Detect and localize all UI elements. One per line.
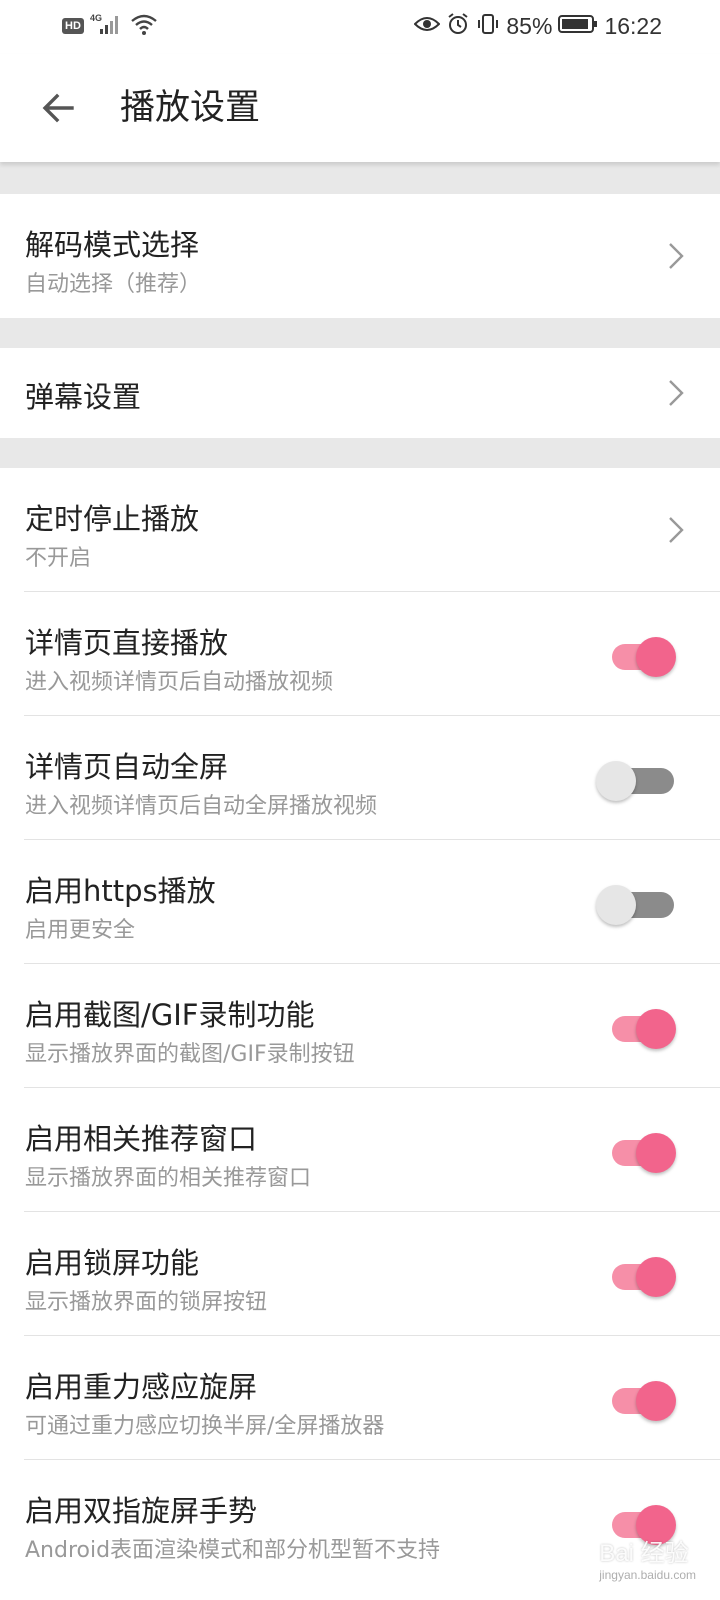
setting-https-play: 启用https播放 启用更安全 bbox=[0, 840, 720, 964]
battery-icon bbox=[558, 13, 598, 39]
toggle-thumb bbox=[596, 885, 636, 925]
section-divider bbox=[0, 162, 720, 194]
setting-title: 详情页直接播放 bbox=[25, 626, 229, 660]
setting-subtitle: Android表面渲染模式和部分机型暂不支持 bbox=[25, 1538, 441, 1563]
setting-subtitle: 显示播放界面的相关推荐窗口 bbox=[25, 1166, 312, 1191]
settings-list: 解码模式选择 自动选择（推荐） 弹幕设置 定时停止播放 不开启 详情页直接播放 … bbox=[0, 162, 720, 1600]
detail-autoplay-toggle[interactable] bbox=[612, 636, 676, 677]
battery-percent: 85% bbox=[506, 12, 553, 39]
screenshot-gif-toggle[interactable] bbox=[612, 1008, 676, 1049]
setting-subtitle: 进入视频详情页后自动全屏播放视频 bbox=[25, 794, 378, 819]
https-play-toggle[interactable] bbox=[596, 884, 676, 925]
chevron-right-icon bbox=[669, 243, 684, 269]
clock: 16:22 bbox=[604, 12, 662, 39]
toggle-thumb bbox=[596, 761, 636, 801]
app-bar: 播放设置 bbox=[0, 54, 720, 162]
toggle-thumb bbox=[636, 1257, 676, 1297]
setting-title: 启用锁屏功能 bbox=[25, 1246, 200, 1280]
setting-subtitle: 显示播放界面的截图/GIF录制按钮 bbox=[25, 1042, 355, 1067]
setting-title: 解码模式选择 bbox=[25, 228, 200, 262]
vibrate-icon bbox=[476, 12, 500, 40]
setting-subtitle: 自动选择（推荐） bbox=[25, 272, 202, 297]
setting-detail-fullscreen: 详情页自动全屏 进入视频详情页后自动全屏播放视频 bbox=[0, 716, 720, 840]
page-title: 播放设置 bbox=[120, 88, 261, 128]
gravity-rotate-toggle[interactable] bbox=[612, 1380, 676, 1421]
wifi-icon bbox=[130, 12, 158, 40]
detail-fullscreen-toggle[interactable] bbox=[596, 760, 676, 801]
setting-subtitle: 不开启 bbox=[25, 546, 92, 571]
eye-comfort-icon bbox=[413, 14, 441, 38]
status-right: 85% 16:22 bbox=[413, 12, 662, 40]
toggle-thumb bbox=[636, 1133, 676, 1173]
setting-gravity-rotate: 启用重力感应旋屏 可通过重力感应切换半屏/全屏播放器 bbox=[0, 1336, 720, 1460]
setting-title: 启用截图/GIF录制功能 bbox=[25, 998, 315, 1032]
setting-title: 启用双指旋屏手势 bbox=[25, 1494, 258, 1528]
back-button[interactable] bbox=[30, 80, 86, 136]
setting-sleep-timer[interactable]: 定时停止播放 不开启 bbox=[0, 468, 720, 592]
hd-badge: HD bbox=[62, 18, 84, 34]
setting-detail-autoplay: 详情页直接播放 进入视频详情页后自动播放视频 bbox=[0, 592, 720, 716]
setting-lock-screen: 启用锁屏功能 显示播放界面的锁屏按钮 bbox=[0, 1212, 720, 1336]
setting-title: 定时停止播放 bbox=[25, 502, 200, 536]
setting-title: 启用https播放 bbox=[25, 874, 216, 908]
cellular-signal-icon: 4G bbox=[90, 12, 124, 40]
watermark-logo: Bai 经验 jingyan.baidu.com bbox=[599, 1533, 696, 1582]
lock-screen-toggle[interactable] bbox=[612, 1256, 676, 1297]
status-left: HD 4G bbox=[62, 12, 158, 40]
setting-subtitle: 启用更安全 bbox=[25, 918, 136, 943]
setting-screenshot-gif: 启用截图/GIF录制功能 显示播放界面的截图/GIF录制按钮 bbox=[0, 964, 720, 1088]
alarm-icon bbox=[446, 12, 470, 40]
setting-subtitle: 进入视频详情页后自动播放视频 bbox=[25, 670, 334, 695]
chevron-right-icon bbox=[669, 380, 684, 406]
section-divider bbox=[0, 318, 720, 348]
toggle-thumb bbox=[636, 1009, 676, 1049]
network-type-label: 4G bbox=[90, 13, 102, 23]
setting-title: 启用重力感应旋屏 bbox=[25, 1370, 258, 1404]
setting-title: 详情页自动全屏 bbox=[25, 750, 229, 784]
setting-title: 弹幕设置 bbox=[25, 380, 142, 414]
section-divider bbox=[0, 438, 720, 468]
watermark-url: jingyan.baidu.com bbox=[599, 1568, 696, 1582]
arrow-left-icon bbox=[42, 93, 74, 123]
setting-subtitle: 可通过重力感应切换半屏/全屏播放器 bbox=[25, 1414, 385, 1439]
chevron-right-icon bbox=[669, 517, 684, 543]
toggle-thumb bbox=[636, 1381, 676, 1421]
toggle-thumb bbox=[636, 637, 676, 677]
setting-subtitle: 显示播放界面的锁屏按钮 bbox=[25, 1290, 268, 1315]
related-window-toggle[interactable] bbox=[612, 1132, 676, 1173]
setting-related-window: 启用相关推荐窗口 显示播放界面的相关推荐窗口 bbox=[0, 1088, 720, 1212]
setting-danmaku[interactable]: 弹幕设置 bbox=[0, 348, 720, 438]
watermark-text: Bai 经验 bbox=[599, 1540, 689, 1567]
status-bar: HD 4G 85% 16:22 bbox=[0, 0, 720, 54]
setting-title: 启用相关推荐窗口 bbox=[25, 1122, 258, 1156]
setting-decode-mode[interactable]: 解码模式选择 自动选择（推荐） bbox=[0, 194, 720, 318]
